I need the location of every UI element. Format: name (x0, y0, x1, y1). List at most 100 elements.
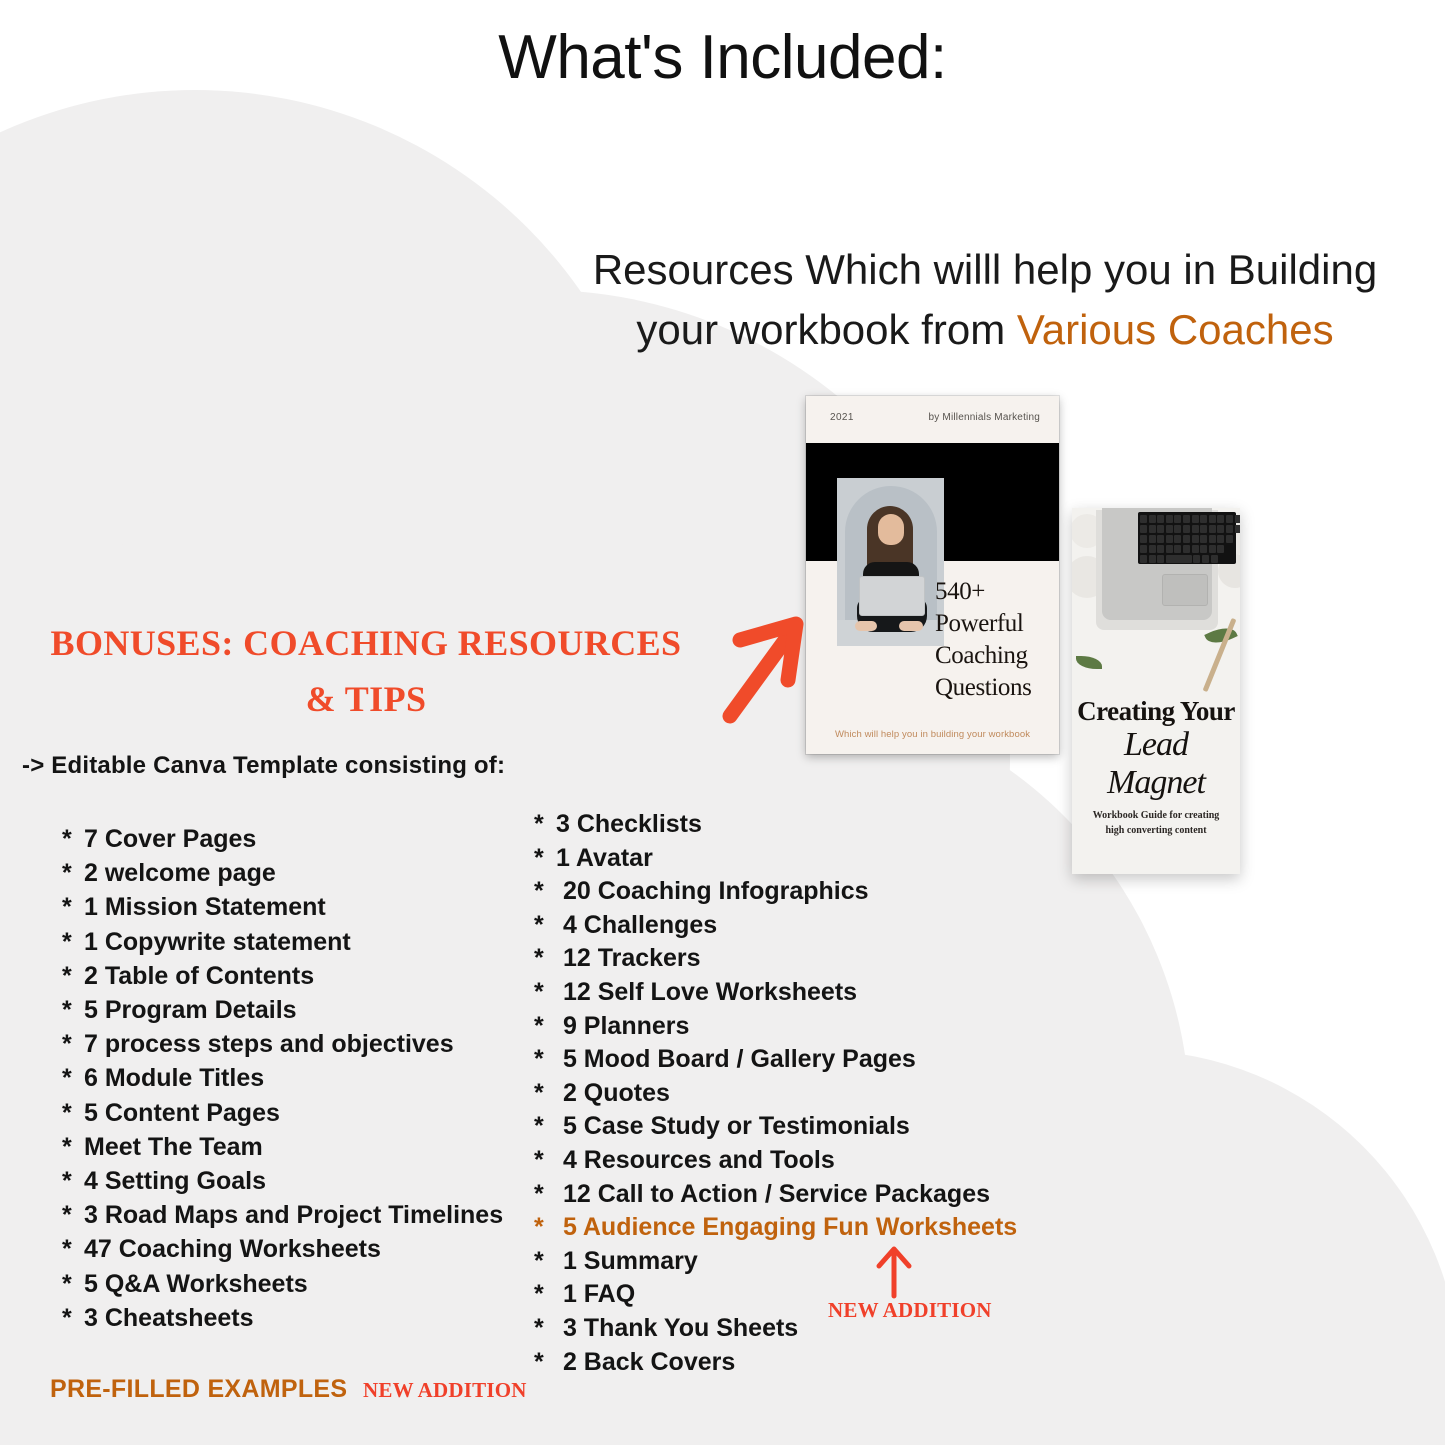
keyboard-key (1140, 535, 1147, 543)
list-item-label: 2 welcome page (84, 859, 276, 888)
list-item: * 20 Coaching Infographics (534, 875, 1017, 909)
book2-title-line-1: Creating Your (1077, 696, 1235, 726)
list-item: * 1 Summary (534, 1245, 1017, 1279)
list-item-label: 12 Call to Action / Service Packages (556, 1179, 990, 1208)
list-item-label: 7 Cover Pages (84, 825, 257, 853)
list-item-label: 3 Cheatsheets (84, 1303, 254, 1332)
list-item: * Meet The Team (62, 1130, 503, 1164)
keyboard-row (1140, 515, 1240, 523)
bullet-star-icon: * (534, 1179, 544, 1208)
list-item-label: 4 Challenges (556, 910, 718, 939)
book1-title-line-3: Coaching (935, 642, 1028, 669)
keyboard-key (1208, 515, 1216, 523)
list-item: * 1 Avatar (534, 842, 1017, 876)
poster-canvas: What's Included: Resources Which willl h… (0, 0, 1445, 1445)
keyboard-key (1148, 555, 1156, 563)
list-item-label: 4 Setting Goals (84, 1167, 266, 1196)
book1-title-line-2: Powerful (935, 610, 1024, 637)
person-foot-left (855, 621, 877, 631)
laptop-icon (1102, 508, 1240, 620)
list-item-label: 3 Road Maps and Project Timelines (84, 1201, 504, 1230)
new-addition-label-mid: NEW ADDITION (828, 1298, 992, 1322)
list-item: * 4 Challenges (534, 909, 1017, 943)
page-title: What's Included: (498, 23, 947, 92)
book2-inner: Creating Your Lead Magnet Workbook Guide… (1072, 508, 1240, 874)
bullet-star-icon: * (62, 825, 72, 853)
included-list-left: * 7 Cover Pages * 2 welcome page * 1 Mission … (62, 822, 503, 1335)
keyboard-key (1165, 545, 1173, 553)
pre-filled-examples-label: PRE-FILLED EXAMPLES (50, 1375, 348, 1403)
list-item-label: 6 Module Titles (84, 1064, 265, 1093)
list-item: * 6 Module Titles (62, 1061, 503, 1095)
keyboard-key (1208, 525, 1216, 533)
bullet-star-icon: * (534, 1347, 544, 1376)
keyboard-key (1140, 515, 1147, 523)
list-item-label: 5 Case Study or Testimonials (556, 1112, 910, 1141)
list-item: * 1 Mission Statement (62, 890, 503, 924)
list-item: * 5 Mood Board / Gallery Pages (534, 1043, 1017, 1077)
keyboard-key (1140, 525, 1147, 533)
subtitle: Resources Which willl help you in Buildi… (545, 240, 1425, 359)
keyboard-key (1148, 525, 1156, 533)
list-item-label: 5 Q&A Worksheets (84, 1269, 308, 1298)
list-item: * 2 Table of Contents (62, 959, 503, 993)
bullet-star-icon: * (62, 1030, 72, 1059)
list-item: * 7 Cover Pages (62, 822, 503, 856)
keyboard-key (1208, 535, 1216, 543)
bullet-star-icon: * (534, 944, 544, 973)
list-item-label: 2 Table of Contents (84, 961, 315, 990)
book-cover-coaching-questions: 2021 by Millennials Marketing 540+ Power… (806, 396, 1059, 754)
keyboard-key (1217, 535, 1225, 543)
bullet-star-icon: * (62, 996, 72, 1025)
list-item-label: 47 Coaching Worksheets (84, 1235, 381, 1264)
keyboard-key (1140, 545, 1147, 553)
keyboard-key (1200, 535, 1208, 543)
list-item-label: 2 Quotes (556, 1078, 670, 1107)
bullet-star-icon: * (62, 1064, 72, 1093)
bullet-star-icon: * (534, 910, 544, 939)
list-item: * 3 Road Maps and Project Timelines (62, 1198, 503, 1232)
list-item: * 4 Setting Goals (62, 1164, 503, 1198)
keyboard-key (1157, 525, 1165, 533)
keyboard-key (1174, 545, 1182, 553)
bullet-star-icon: * (534, 843, 544, 872)
list-item-label: 1 Avatar (556, 843, 653, 872)
bonuses-heading: BONUSES: COACHING RESOURCES & TIPS (16, 616, 716, 728)
list-item-label: 3 Checklists (556, 810, 702, 838)
list-item: * 2 Quotes (534, 1077, 1017, 1111)
person-face (878, 514, 904, 545)
keyboard-key (1157, 545, 1165, 553)
bullet-star-icon: * (534, 1213, 544, 1242)
bullet-star-icon: * (62, 1167, 72, 1196)
keyboard-key (1200, 545, 1208, 553)
bullet-star-icon: * (534, 810, 544, 838)
list-item-label: 1 Copywrite statement (84, 927, 351, 956)
keyboard-key (1182, 545, 1190, 553)
list-item-label: 5 Program Details (84, 996, 297, 1025)
list-item-label: 5 Audience Engaging Fun Worksheets (556, 1213, 1018, 1242)
book2-subtitle: Workbook Guide for creating high convert… (1092, 810, 1220, 836)
keyboard-key (1157, 535, 1165, 543)
list-item-label: 20 Coaching Infographics (556, 877, 869, 906)
list-item-label: 5 Content Pages (84, 1098, 280, 1127)
keyboard-key (1174, 515, 1182, 523)
canva-template-line: -> Editable Canva Template consisting of… (22, 752, 506, 779)
book2-title-line-2: Lead Magnet (1107, 726, 1206, 801)
bullet-star-icon: * (62, 1098, 72, 1127)
keyboard-key (1182, 525, 1190, 533)
included-list-right: * 3 Checklists * 1 Avatar * 20 Coaching Info… (534, 808, 1017, 1379)
list-item: * 3 Cheatsheets (62, 1301, 503, 1335)
keyboard-row (1140, 525, 1240, 533)
keyboard-key (1182, 535, 1190, 543)
bullet-star-icon: * (534, 1280, 544, 1309)
keyboard-key (1165, 515, 1173, 523)
arrow-diagonal-icon (722, 616, 804, 724)
keyboard-key (1157, 555, 1165, 563)
bullet-star-icon: * (62, 1269, 72, 1298)
bonuses-heading-line-2: & TIPS (305, 678, 427, 719)
book1-footer-text: Which will help you in building your wor… (834, 729, 1031, 740)
bullet-star-icon: * (534, 1145, 544, 1174)
list-item-label: 9 Planners (556, 1011, 690, 1040)
list-item: * 4 Resources and Tools (534, 1144, 1017, 1178)
keyboard-row (1140, 535, 1233, 543)
